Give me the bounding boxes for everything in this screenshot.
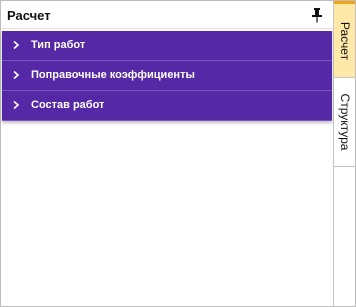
panel-title: Расчет (7, 8, 51, 23)
calc-panel: Расчет Тип работ Поправочные коэффициент… (1, 1, 334, 306)
accordion-correction-factors[interactable]: Поправочные коэффициенты (2, 61, 332, 91)
accordion-label: Тип работ (31, 39, 86, 51)
accordion-label: Поправочные коэффициенты (31, 69, 195, 81)
chevron-right-icon (13, 70, 20, 80)
accordion-label: Состав работ (31, 99, 105, 111)
window-frame: Расчет Тип работ Поправочные коэффициент… (0, 0, 356, 307)
panel-header: Расчет (1, 1, 333, 29)
accordion-work-composition[interactable]: Состав работ (2, 91, 332, 121)
accordion-work-type[interactable]: Тип работ (2, 31, 332, 61)
tab-label: Расчет (337, 21, 352, 60)
chevron-right-icon (13, 40, 20, 50)
tab-calculation[interactable]: Расчет (334, 1, 355, 78)
side-tabs: Расчет Структура (334, 1, 355, 306)
tab-structure[interactable]: Структура (334, 78, 355, 167)
tab-label: Структура (337, 93, 352, 151)
pin-icon[interactable] (310, 7, 324, 23)
chevron-right-icon (13, 100, 20, 110)
